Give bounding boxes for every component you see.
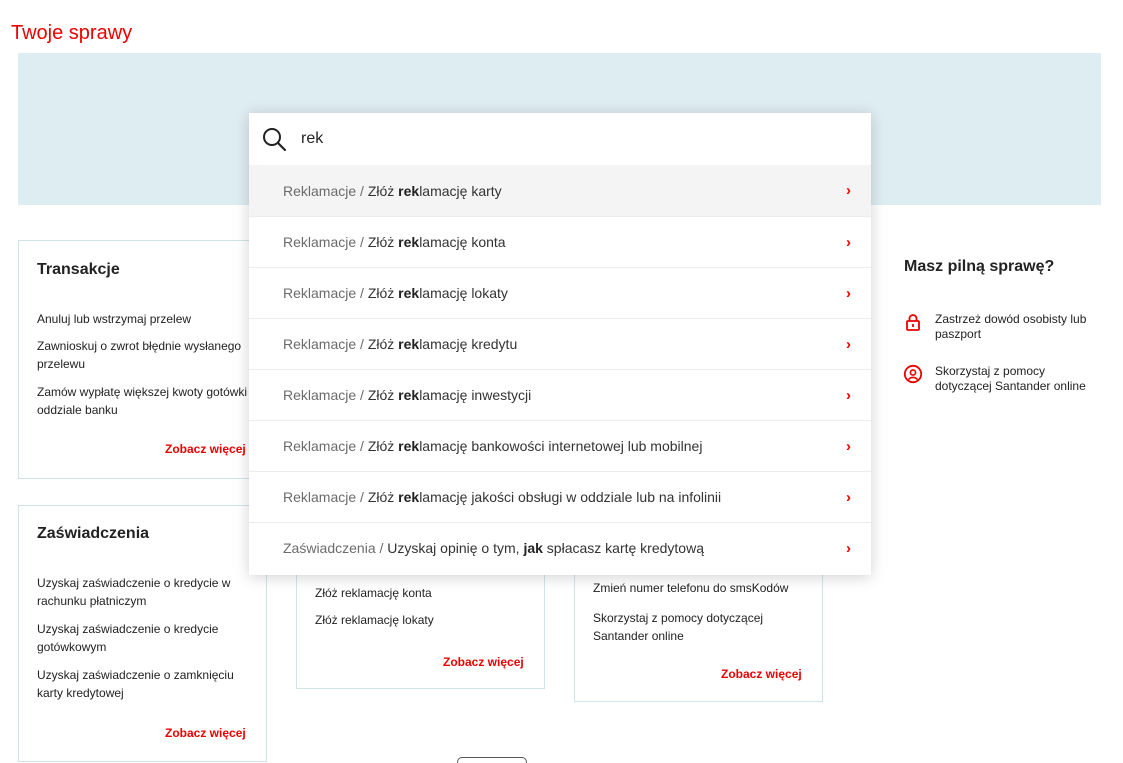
card-title: Transakcje <box>37 261 120 278</box>
result-match-highlight: jak <box>523 540 543 556</box>
search-result-text: Reklamacje / Złóż reklamację jakości obs… <box>283 489 721 505</box>
chevron-right-icon: › <box>846 539 851 557</box>
see-more-link[interactable]: Zobacz więcej <box>721 667 802 681</box>
card-link[interactable]: Anuluj lub wstrzymaj przelew <box>37 310 262 328</box>
chevron-right-icon: › <box>846 335 851 353</box>
result-match-highlight: rek <box>398 387 420 403</box>
result-category: Reklamacje / <box>283 285 368 301</box>
result-category: Zaświadczenia / <box>283 540 388 556</box>
search-icon <box>263 128 287 152</box>
card-reklamacje: Złóż reklamację konta Złóż reklamację lo… <box>296 560 545 689</box>
user-help-icon <box>903 364 923 384</box>
search-result-item[interactable]: Zaświadczenia / Uzyskaj opinię o tym, ja… <box>249 522 871 573</box>
search-result-text: Reklamacje / Złóż reklamację lokaty <box>283 285 508 301</box>
result-title-suffix: lamację bankowości internetowej lub mobi… <box>419 438 703 454</box>
chevron-right-icon: › <box>846 437 851 455</box>
search-result-item[interactable]: Reklamacje / Złóż reklamację konta › <box>249 216 871 267</box>
search-input[interactable] <box>301 130 821 148</box>
chevron-right-icon: › <box>846 386 851 404</box>
result-title-suffix: spłacasz kartę kredytową <box>542 540 704 556</box>
card-link[interactable]: Uzyskaj zaświadczenie o zamknięciu karty… <box>37 666 247 702</box>
search-result-text: Zaświadczenia / Uzyskaj opinię o tym, ja… <box>283 540 704 556</box>
result-title-prefix: Uzyskaj opinię o tym, <box>387 540 524 556</box>
card-link[interactable]: Skorzystaj z pomocy dotyczącej Santander… <box>593 609 793 645</box>
scroll-indicator[interactable] <box>457 757 527 763</box>
search-result-text: Reklamacje / Złóż reklamację karty <box>283 183 502 199</box>
see-more-link[interactable]: Zobacz więcej <box>165 726 246 740</box>
card-link[interactable]: Złóż reklamację lokaty <box>315 611 535 629</box>
chevron-right-icon: › <box>846 488 851 506</box>
urgent-item-label: Skorzystaj z pomocy dotyczącej Santander… <box>935 364 1086 393</box>
result-title-prefix: Złóż <box>367 285 399 301</box>
card-link[interactable]: Uzyskaj zaświadczenie o kredycie w rachu… <box>37 574 247 610</box>
result-title-suffix: lamację karty <box>419 182 502 199</box>
chevron-right-icon: › <box>846 182 851 199</box>
result-match-highlight: rek <box>398 182 420 199</box>
card-transakcje: Transakcje Anuluj lub wstrzymaj przelew … <box>18 240 267 479</box>
result-title-prefix: Złóż <box>367 234 399 250</box>
card-link[interactable]: Zamów wypłatę większej kwoty gotówki w o… <box>37 383 262 419</box>
card-link[interactable]: Zmień numer telefonu do smsKodów <box>593 579 818 597</box>
result-category: Reklamacje / <box>283 387 368 403</box>
result-title-prefix: Złóż <box>367 336 399 352</box>
result-category: Reklamacje / <box>283 438 368 454</box>
urgent-item-id[interactable]: Zastrzeż dowód osobisty lub paszport <box>903 312 1095 342</box>
result-category: Reklamacje / <box>283 182 368 199</box>
result-title-suffix: lamację konta <box>419 234 506 250</box>
lock-icon <box>906 314 920 331</box>
result-title-suffix: lamację lokaty <box>419 285 508 301</box>
urgent-item-help[interactable]: Skorzystaj z pomocy dotyczącej Santander… <box>903 364 1095 394</box>
search-result-item[interactable]: Reklamacje / Złóż reklamację karty › <box>249 165 871 216</box>
card-zaswiadczenia: Zaświadczenia Uzyskaj zaświadczenie o kr… <box>18 505 267 762</box>
search-bar <box>249 113 871 165</box>
result-title-prefix: Złóż <box>367 182 399 199</box>
card-link[interactable]: Zawnioskuj o zwrot błędnie wysłanego prz… <box>37 337 262 373</box>
search-result-item[interactable]: Reklamacje / Złóż reklamację jakości obs… <box>249 471 871 522</box>
result-category: Reklamacje / <box>283 489 368 505</box>
page-title: Twoje sprawy <box>11 22 133 44</box>
result-match-highlight: rek <box>398 438 420 454</box>
search-result-item[interactable]: Reklamacje / Złóż reklamację kredytu › <box>249 318 871 369</box>
urgent-item-label: Zastrzeż dowód osobisty lub paszport <box>935 312 1087 341</box>
result-match-highlight: rek <box>398 489 420 505</box>
result-match-highlight: rek <box>398 336 420 352</box>
see-more-link[interactable]: Zobacz więcej <box>165 442 246 456</box>
result-title-prefix: Złóż <box>367 438 399 454</box>
search-result-item[interactable]: Reklamacje / Złóż reklamację lokaty › <box>249 267 871 318</box>
result-category: Reklamacje / <box>283 336 368 352</box>
search-result-text: Reklamacje / Złóż reklamację inwestycji <box>283 387 531 403</box>
search-result-text: Reklamacje / Złóż reklamację konta <box>283 234 506 250</box>
urgent-title: Masz pilną sprawę? <box>904 258 1055 275</box>
search-result-text: Reklamacje / Złóż reklamację kredytu <box>283 336 517 352</box>
result-title-suffix: lamację kredytu <box>419 336 518 352</box>
card-pomoc: Zmień numer telefonu do smsKodów Skorzys… <box>574 560 823 702</box>
result-title-prefix: Złóż <box>367 489 399 505</box>
chevron-right-icon: › <box>846 284 851 302</box>
result-match-highlight: rek <box>398 234 420 250</box>
result-title-suffix: lamację inwestycji <box>419 387 532 403</box>
search-panel: Reklamacje / Złóż reklamację karty›Rekla… <box>249 113 871 575</box>
card-link[interactable]: Uzyskaj zaświadczenie o kredycie gotówko… <box>37 620 247 656</box>
card-title: Zaświadczenia <box>37 525 150 542</box>
see-more-link[interactable]: Zobacz więcej <box>443 655 524 669</box>
result-title-suffix: lamację jakości obsługi w oddziale lub n… <box>419 489 722 505</box>
search-result-item[interactable]: Reklamacje / Złóż reklamację bankowości … <box>249 420 871 471</box>
search-results: Reklamacje / Złóż reklamację karty › Rekla… <box>249 165 871 573</box>
result-match-highlight: rek <box>398 285 420 301</box>
result-title-prefix: Złóż <box>367 387 399 403</box>
card-link[interactable]: Złóż reklamację konta <box>315 584 535 602</box>
search-result-text: Reklamacje / Złóż reklamację bankowości … <box>283 438 702 454</box>
chevron-right-icon: › <box>846 233 851 251</box>
search-result-item[interactable]: Reklamacje / Złóż reklamację inwestycji › <box>249 369 871 420</box>
result-category: Reklamacje / <box>283 234 368 250</box>
